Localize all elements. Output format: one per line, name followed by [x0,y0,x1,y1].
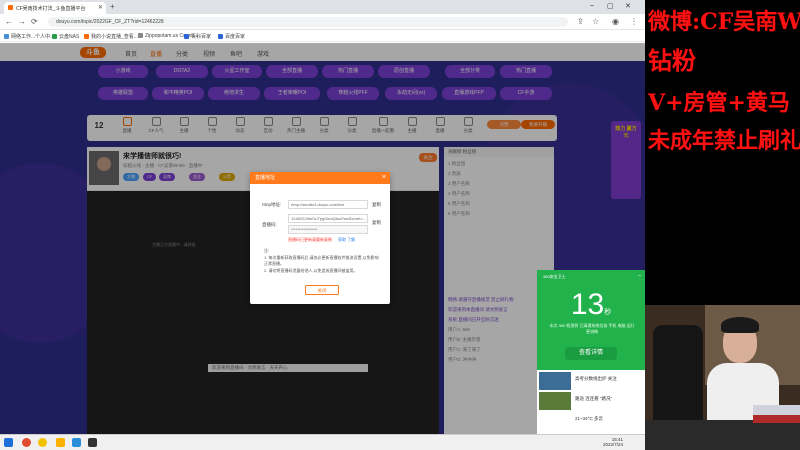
folder-icon[interactable] [56,438,65,447]
overlay-weibo: 微博:CF吴南Wn99 [648,9,800,35]
copy-key-link[interactable]: 复制 [372,220,381,226]
notify-desc: 本次 360 检测到 已清理系统垃圾 手机 电脑 运行 更流畅 [549,323,635,334]
maximize-icon[interactable]: ▢ [607,2,614,10]
streamer-hair [721,317,759,333]
news-item[interactable]: 路途 连连看 “路况” [575,396,612,402]
back-icon[interactable]: ← [5,17,13,26]
bookmark-item[interactable]: 我的小说直播_查看... [84,33,138,40]
minimize-icon[interactable]: – [590,2,594,9]
overlay-vip: V+房管+黄马 [648,90,790,116]
bookmark-star-icon[interactable]: ☆ [592,17,599,26]
security-notification: 360安全卫士 – 13秒 本次 360 检测到 已清理系统垃圾 手机 电脑 运… [537,270,645,370]
webcam-feed [645,305,800,450]
new-tab-icon[interactable]: + [110,2,115,11]
desk [645,420,800,450]
close-icon[interactable]: × [382,172,386,184]
taskbar-app-icon[interactable] [88,438,97,447]
modal-title: 直播地址 [255,175,276,181]
notify-count: 13秒 [570,288,612,321]
rtmp-field[interactable]: rtmp://sendtc3.douyu.com/live [288,200,368,209]
news-item[interactable]: 高考分数线出炉 关注 [575,376,617,382]
modal-header: 直播地址 × [250,172,390,184]
tab-title: CF吴南技术打法_斗鱼直播平台 [16,6,86,12]
stream-key-field[interactable]: 12462228rkOuTpgGkmQkwl?wsSecret=... [288,214,368,223]
forward-icon[interactable]: → [18,17,26,26]
menu-icon[interactable]: ⋮ [630,17,638,26]
tab-bar: CF吴南技术打法_斗鱼直播平台 ✕ + – ▢ ✕ [0,0,645,14]
news-thumbnail[interactable] [539,392,571,410]
browser-tab[interactable]: CF吴南技术打法_斗鱼直播平台 ✕ [4,2,106,14]
modal-note-title: 注: [264,248,270,253]
share-icon[interactable]: ⇪ [577,17,584,26]
stream-key-label: 直播码: [262,222,277,227]
reload-icon[interactable]: ⟳ [31,17,38,26]
clock[interactable]: 15:41 2022/7/24 [603,437,623,447]
chrome-icon[interactable] [38,438,47,447]
bookmark-item[interactable]: 百科百家 [184,33,211,40]
live-address-modal: 直播地址 × rtmp地址: rtmp://sendtc3.douyu.com/… [250,172,390,304]
view-details-button[interactable]: 查看详情 [565,347,617,360]
notify-title: 360安全卫士 [543,274,566,279]
screen: CF吴南技术打法_斗鱼直播平台 ✕ + – ▢ ✕ ← → ⟳ douyu.co… [0,0,800,450]
news-thumbnail[interactable] [539,372,571,390]
overlay-warning: 未成年禁止刷礼物 [648,128,800,154]
taskbar: 15:41 2022/7/24 [0,434,645,450]
modal-note-2: 2. 请勿将直播码泄露给他人,以免造成直播间被盗用。 [264,268,358,273]
bookmark-item[interactable]: 云盘NAS [52,33,79,40]
rtmp-label: rtmp地址: [262,202,282,207]
start-icon[interactable] [4,438,13,447]
news-widget: 高考分数线出炉 关注 路途 连连看 “路况” 21~34°C 多云 [537,370,645,434]
close-window-icon[interactable]: ✕ [625,2,631,10]
address-bar: ← → ⟳ douyu.com/topic/2022GF_CF_ZT?rid=1… [0,14,645,30]
modal-note-1: 1. 每次重新获取直播码后,请务必更新直播软件推流设置,以免影响正常直播。 [264,255,379,266]
close-button[interactable]: 关闭 [305,285,339,295]
bookmark-item[interactable]: 百度百家 [218,33,245,40]
desk-item [753,415,800,423]
bookmark-item[interactable]: 网络工作...个人中... [4,33,54,40]
gaming-chair [653,325,703,435]
minimize-icon[interactable]: – [638,273,641,279]
url-input[interactable]: douyu.com/topic/2022GF_CF_ZT?rid=1246222… [48,17,568,27]
weather-item: 21~34°C 多云 [575,416,603,421]
copy-rtmp-link[interactable]: 复制 [372,202,381,208]
update-warning: 直播码已更新请重新复制 [288,237,332,242]
bookmarks-bar: 网络工作...个人中... 云盘NAS 我的小说直播_查看... Zippopo… [0,30,645,42]
overlay-fans: 钻粉 [648,46,696,75]
close-tab-icon[interactable]: ✕ [98,4,103,11]
taskbar-app-icon[interactable] [22,438,31,447]
site-favicon-icon [8,5,13,10]
stream-key-masked[interactable]: ***************** [288,225,368,234]
learn-more-link[interactable]: 获取 了解 [338,237,355,243]
taskbar-app-icon[interactable] [72,438,81,447]
profile-icon[interactable]: ◉ [612,17,619,26]
